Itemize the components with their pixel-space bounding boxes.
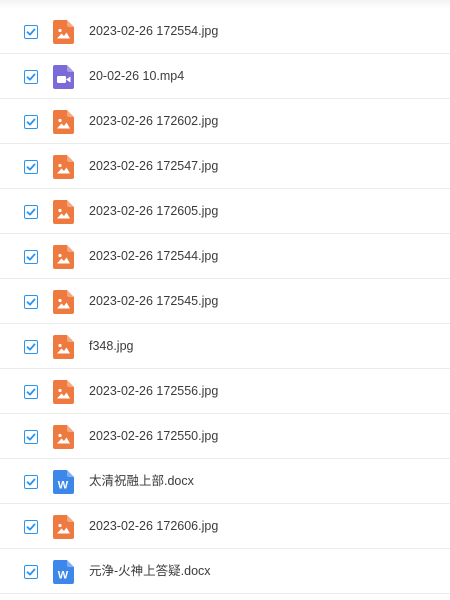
image-file-icon bbox=[53, 200, 74, 224]
file-name: 元浄-火神上答疑.docx bbox=[89, 564, 211, 578]
file-checkbox[interactable] bbox=[24, 115, 38, 129]
video-file-icon bbox=[53, 65, 74, 89]
file-checkbox[interactable] bbox=[24, 520, 38, 534]
file-row[interactable]: 2023-02-26 172605.jpg bbox=[0, 189, 450, 234]
file-checkbox[interactable] bbox=[24, 340, 38, 354]
file-checkbox[interactable] bbox=[24, 565, 38, 579]
scroll-edge-shadow bbox=[0, 0, 450, 9]
word-file-icon: W bbox=[53, 560, 74, 584]
file-checkbox[interactable] bbox=[24, 475, 38, 489]
file-checkbox[interactable] bbox=[24, 25, 38, 39]
file-name: 2023-02-26 172605.jpg bbox=[89, 204, 219, 218]
file-row[interactable]: 20-02-26 10.mp4 bbox=[0, 54, 450, 99]
file-name: 20-02-26 10.mp4 bbox=[89, 69, 185, 83]
file-name: 2023-02-26 172550.jpg bbox=[89, 429, 219, 443]
image-file-icon bbox=[53, 20, 74, 44]
file-name: 2023-02-26 172547.jpg bbox=[89, 159, 219, 173]
file-row[interactable]: W 太清祝融上部.docx bbox=[0, 459, 450, 504]
image-file-icon bbox=[53, 290, 74, 314]
image-file-icon bbox=[53, 245, 74, 269]
file-row[interactable]: 2023-02-26 172606.jpg bbox=[0, 504, 450, 549]
file-row[interactable]: 2023-02-26 172554.jpg bbox=[0, 9, 450, 54]
file-name: 2023-02-26 172554.jpg bbox=[89, 24, 219, 38]
file-name: 2023-02-26 172545.jpg bbox=[89, 294, 219, 308]
word-icon-letter: W bbox=[58, 480, 69, 492]
image-file-icon bbox=[53, 515, 74, 539]
file-checkbox[interactable] bbox=[24, 70, 38, 84]
file-row[interactable]: f348.jpg bbox=[0, 324, 450, 369]
file-checkbox[interactable] bbox=[24, 250, 38, 264]
image-file-icon bbox=[53, 110, 74, 134]
image-file-icon bbox=[53, 425, 74, 449]
file-checkbox[interactable] bbox=[24, 205, 38, 219]
file-name: f348.jpg bbox=[89, 339, 134, 353]
file-row[interactable]: W 元浄-火神上答疑.docx bbox=[0, 549, 450, 594]
file-name: 2023-02-26 172556.jpg bbox=[89, 384, 219, 398]
file-name: 2023-02-26 172602.jpg bbox=[89, 114, 219, 128]
image-file-icon bbox=[53, 335, 74, 359]
file-row[interactable]: 2023-02-26 172547.jpg bbox=[0, 144, 450, 189]
image-file-icon bbox=[53, 155, 74, 179]
word-icon-letter: W bbox=[58, 570, 69, 582]
file-list: 2023-02-26 172554.jpg 20-02-26 10.mp4 2023… bbox=[0, 0, 450, 600]
file-name: 太清祝融上部.docx bbox=[89, 474, 194, 488]
file-row[interactable]: 2023-02-26 172556.jpg bbox=[0, 369, 450, 414]
file-checkbox[interactable] bbox=[24, 385, 38, 399]
file-row[interactable]: 2023-02-26 172602.jpg bbox=[0, 99, 450, 144]
file-checkbox[interactable] bbox=[24, 430, 38, 444]
image-file-icon bbox=[53, 380, 74, 404]
file-row[interactable]: 2023-02-26 172550.jpg bbox=[0, 414, 450, 459]
file-name: 2023-02-26 172606.jpg bbox=[89, 519, 219, 533]
file-checkbox[interactable] bbox=[24, 160, 38, 174]
file-name: 2023-02-26 172544.jpg bbox=[89, 249, 219, 263]
file-row[interactable]: 2023-02-26 172545.jpg bbox=[0, 279, 450, 324]
file-row[interactable]: 2023-02-26 172544.jpg bbox=[0, 234, 450, 279]
file-checkbox[interactable] bbox=[24, 295, 38, 309]
word-file-icon: W bbox=[53, 470, 74, 494]
